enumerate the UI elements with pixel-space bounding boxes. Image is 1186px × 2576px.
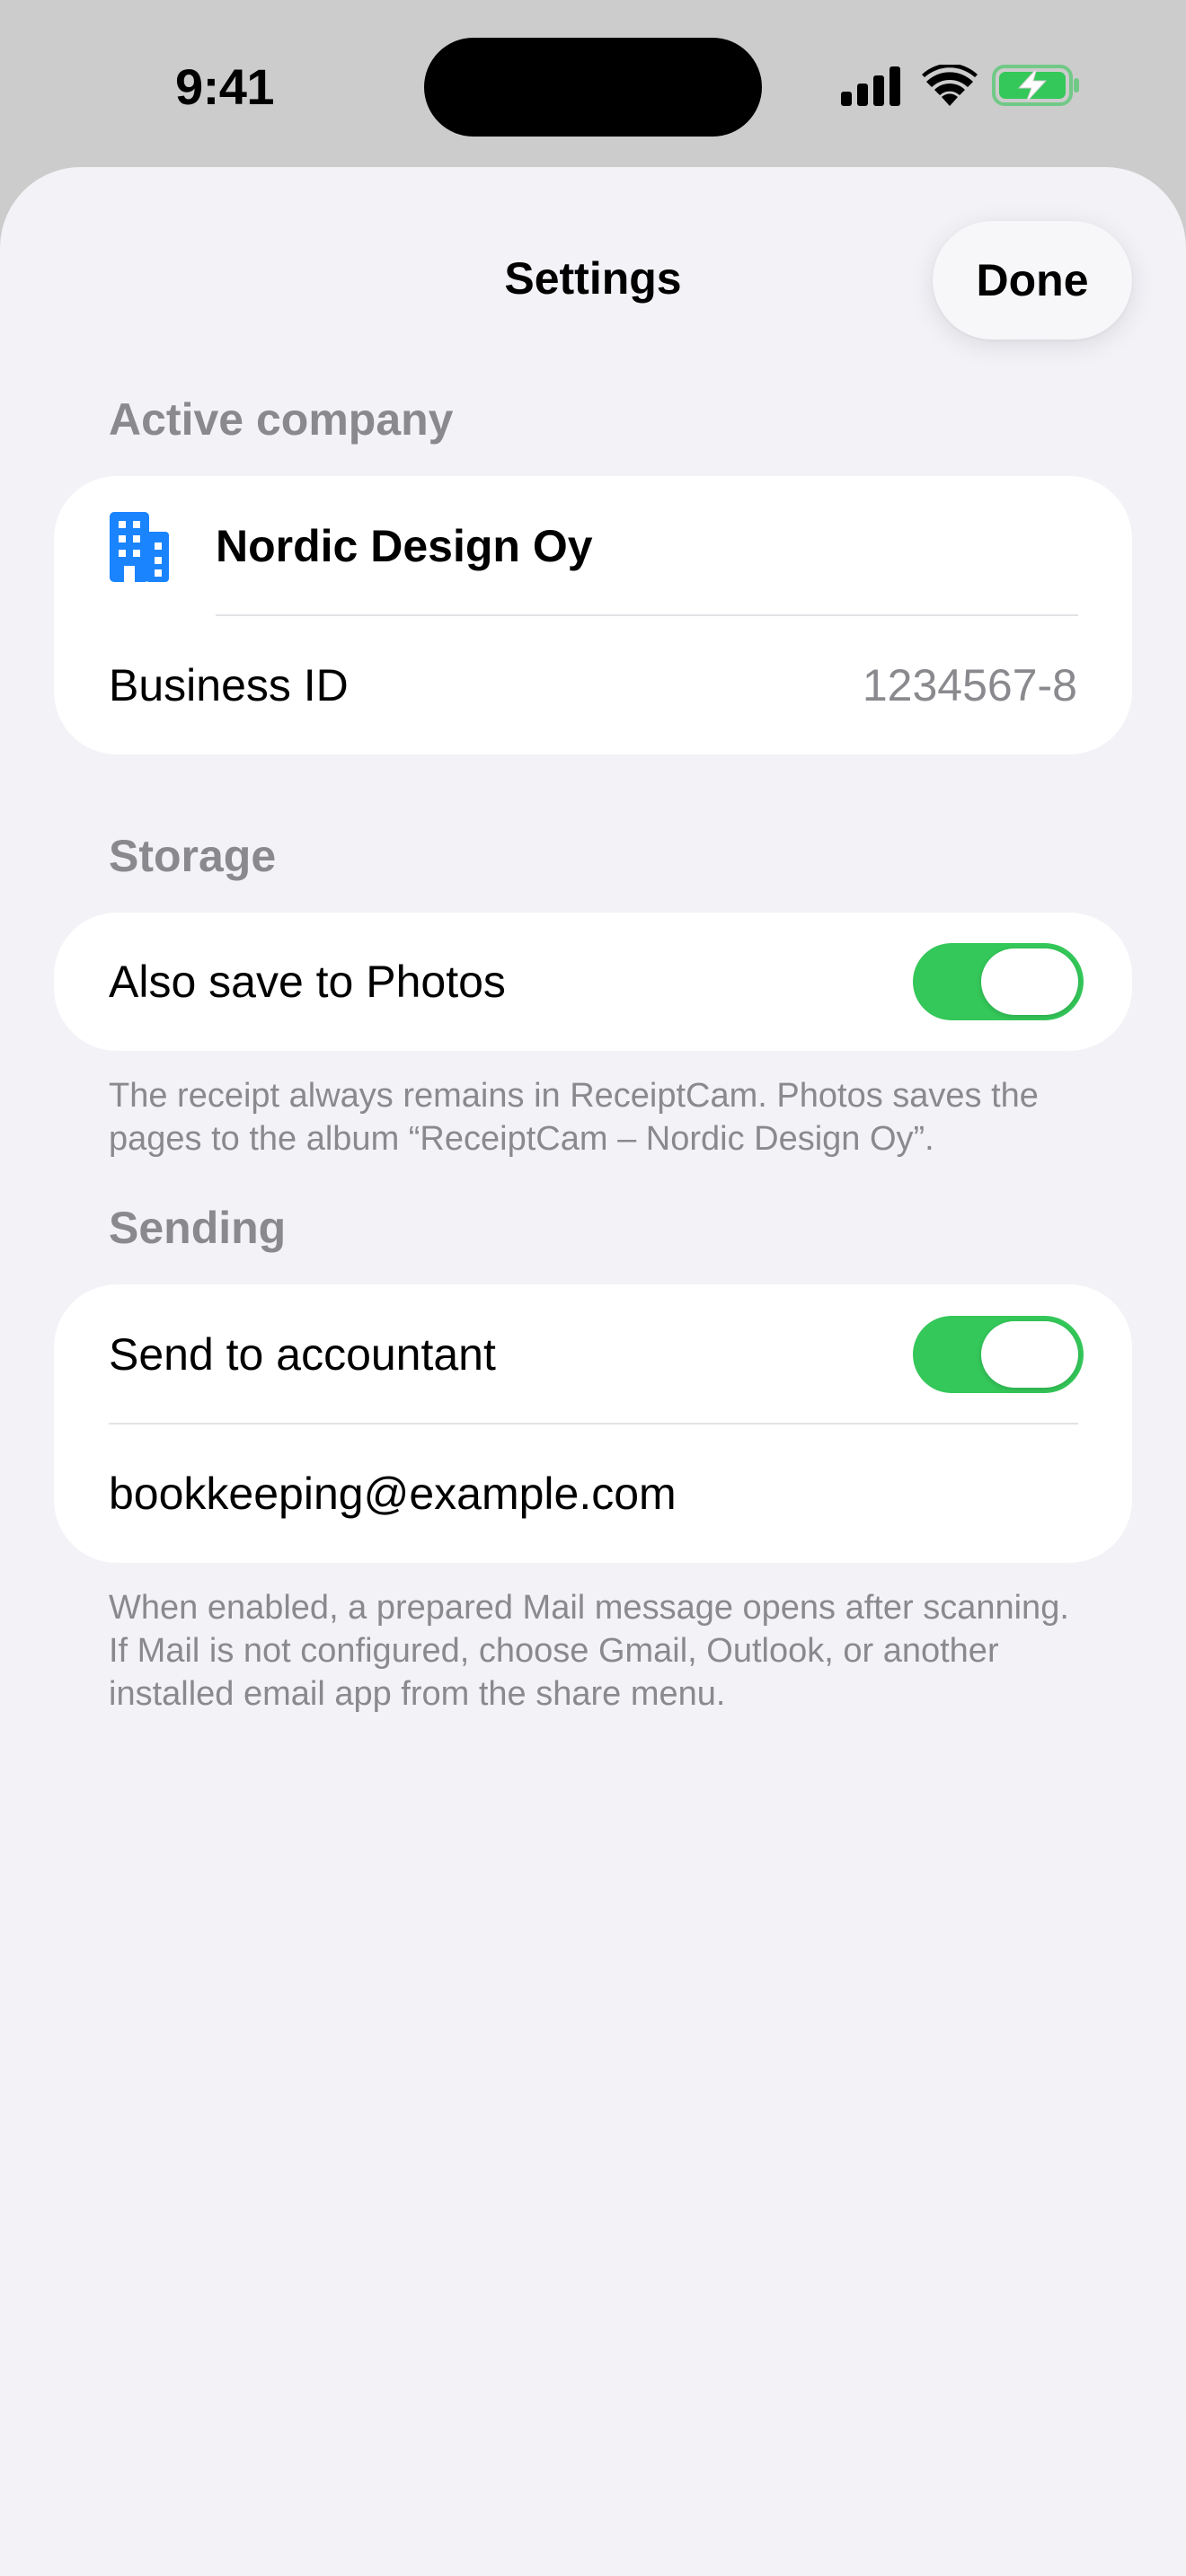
status-icons (836, 63, 1087, 108)
storage-group: Also save to Photos (54, 913, 1132, 1051)
storage-note: The receipt always remains in ReceiptCam… (109, 1077, 1039, 1158)
settings-screen: 9:41 Settings Done Active company Nordic… (0, 0, 1186, 2576)
send-to-accountant-row: Send to accountant (54, 1284, 1132, 1425)
wifi-icon (922, 65, 978, 106)
page-title: Settings (504, 253, 682, 304)
active-company-group: Nordic Design Oy Business ID 1234567-8 (54, 476, 1132, 754)
sending-note: When enabled, a prepared Mail message op… (109, 1589, 1069, 1713)
send-to-accountant-label: Send to accountant (109, 1329, 496, 1380)
save-to-photos-label: Also save to Photos (109, 957, 506, 1007)
toggle-knob (981, 948, 1078, 1015)
send-to-accountant-toggle[interactable] (913, 1316, 1084, 1393)
done-button[interactable]: Done (933, 221, 1132, 340)
toggle-knob (981, 1321, 1078, 1388)
section-header-storage: Storage (109, 831, 277, 881)
accountant-email-field[interactable]: bookkeeping@example.com (109, 1468, 677, 1520)
company-row[interactable]: Nordic Design Oy (54, 476, 1132, 616)
battery-charging-icon (992, 65, 1079, 106)
email-row[interactable]: bookkeeping@example.com (54, 1425, 1132, 1563)
company-name: Nordic Design Oy (216, 521, 593, 571)
settings-sheet: Settings Done Active company Nordic Desi… (0, 167, 1186, 2576)
business-id-row: Business ID 1234567-8 (54, 616, 1132, 754)
save-to-photos-toggle[interactable] (913, 943, 1084, 1020)
status-bar: 9:41 (0, 0, 1186, 167)
cellular-signal-icon (841, 66, 900, 106)
section-header-active-company: Active company (109, 394, 454, 445)
save-to-photos-row: Also save to Photos (54, 913, 1132, 1051)
status-time: 9:41 (174, 58, 275, 115)
business-id-value: 1234567-8 (862, 660, 1077, 710)
sending-group: Send to accountant bookkeeping@example.c… (54, 1284, 1132, 1563)
business-id-label: Business ID (109, 660, 349, 710)
building-icon (110, 512, 169, 582)
section-header-sending: Sending (109, 1203, 287, 1253)
dynamic-island (424, 38, 762, 137)
